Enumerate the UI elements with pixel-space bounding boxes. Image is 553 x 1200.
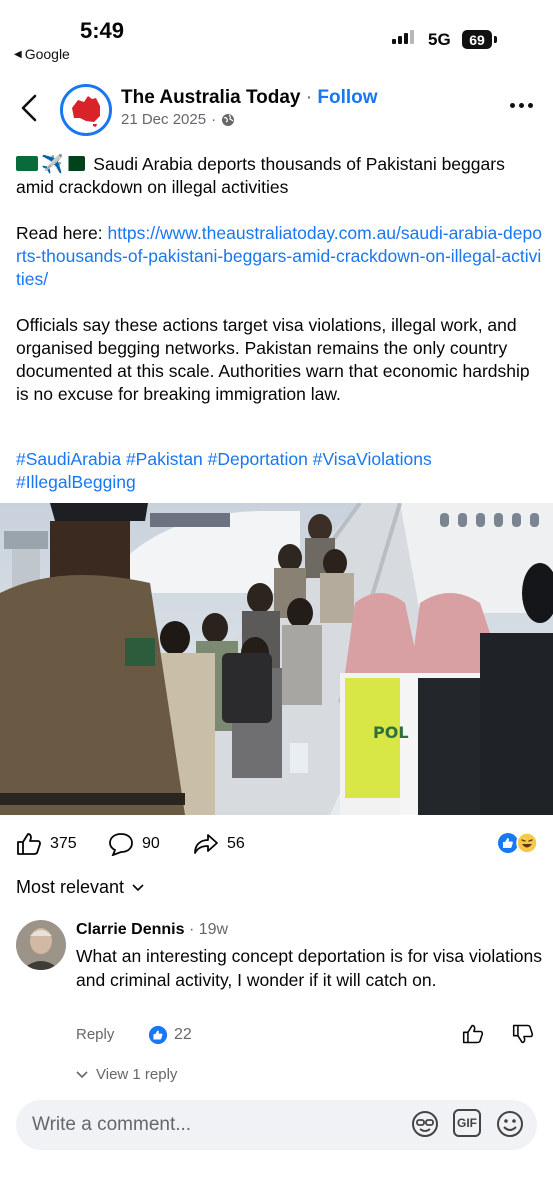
dot-separator: · (211, 111, 217, 128)
share-button[interactable]: 56 (193, 832, 245, 856)
like-button[interactable]: 375 (16, 832, 77, 856)
commenter-avatar[interactable] (16, 920, 66, 970)
comment-text: What an interesting concept deportation … (76, 946, 542, 990)
comment-like-count: 22 (174, 1026, 192, 1043)
chevron-down-icon (132, 883, 144, 891)
battery-icon: 69 (462, 30, 497, 49)
back-triangle-icon: ◀ (14, 48, 22, 60)
comment-header: Clarrie Dennis · 19w (76, 921, 228, 939)
post-headline: Saudi Arabia deports thousands of Pakist… (16, 154, 505, 197)
post-image[interactable]: POL (0, 503, 553, 815)
sticker-icon[interactable] (410, 1109, 440, 1139)
chevron-down-icon (76, 1070, 88, 1078)
network-label: 5G (428, 30, 451, 49)
pakistan-flag-icon (63, 156, 86, 171)
australia-logo-icon (72, 96, 100, 127)
follow-button[interactable]: Follow (317, 87, 377, 108)
commenter-name[interactable]: Clarrie Dennis (76, 921, 184, 938)
sort-label: Most relevant (16, 877, 125, 897)
share-count: 56 (227, 835, 245, 852)
signal-icon (392, 30, 414, 44)
airplane-icon: ✈️ (41, 154, 64, 174)
share-icon (194, 834, 218, 854)
status-time: 5:49 (80, 18, 125, 43)
avatar-photo (16, 920, 66, 970)
comment-button[interactable]: 90 (108, 832, 160, 856)
comment-sort-dropdown[interactable]: Most relevant (16, 877, 144, 898)
emoji-icon[interactable] (495, 1109, 525, 1139)
reaction-summary[interactable] (497, 832, 538, 854)
comment-icon (109, 833, 133, 856)
comment-input[interactable]: Write a comment... (32, 1114, 191, 1136)
globe-icon (222, 113, 235, 126)
gif-icon[interactable]: GIF (453, 1109, 481, 1137)
reply-button[interactable]: Reply (76, 1026, 114, 1043)
thumb-up-icon[interactable] (462, 1023, 484, 1045)
read-here-label: Read here: (16, 223, 103, 243)
post-meta: 21 Dec 2025 · (121, 111, 235, 128)
view-replies-label: View 1 reply (96, 1066, 178, 1083)
post-hashtags[interactable]: #SaudiArabia #Pakistan #Deportation #Vis… (16, 448, 542, 494)
back-app-label: Google (24, 46, 70, 62)
post-date: 21 Dec 2025 (121, 111, 207, 128)
haha-reaction-icon (516, 832, 538, 854)
post-headline-block: ✈️ Saudi Arabia deports thousands of Pak… (16, 153, 542, 199)
battery-level: 69 (462, 30, 492, 49)
post-body: Officials say these actions target visa … (16, 315, 530, 404)
comment-count: 90 (142, 835, 160, 852)
more-options-button[interactable] (510, 103, 533, 108)
vest-text: POL (373, 723, 409, 742)
like-reaction-icon (148, 1025, 168, 1045)
back-to-app-link[interactable]: ◀ Google (14, 46, 70, 62)
comment-reaction-count[interactable]: 22 (148, 1025, 192, 1045)
comment-time: · 19w (188, 921, 229, 938)
saudi-flag-icon (16, 156, 38, 171)
separator: · (305, 87, 313, 108)
page-avatar[interactable] (60, 84, 112, 136)
like-icon (17, 833, 41, 855)
thumb-down-icon[interactable] (512, 1023, 534, 1045)
chevron-left-icon[interactable] (18, 92, 42, 124)
view-replies-button[interactable]: View 1 reply (76, 1066, 177, 1083)
page-name[interactable]: The Australia Today (121, 87, 300, 108)
read-here-block: Read here: https://www.theaustraliatoday… (16, 222, 542, 291)
page-header-title: The Australia Today · Follow (121, 87, 378, 109)
deportation-photo: POL (0, 503, 553, 815)
like-count: 375 (50, 835, 77, 852)
